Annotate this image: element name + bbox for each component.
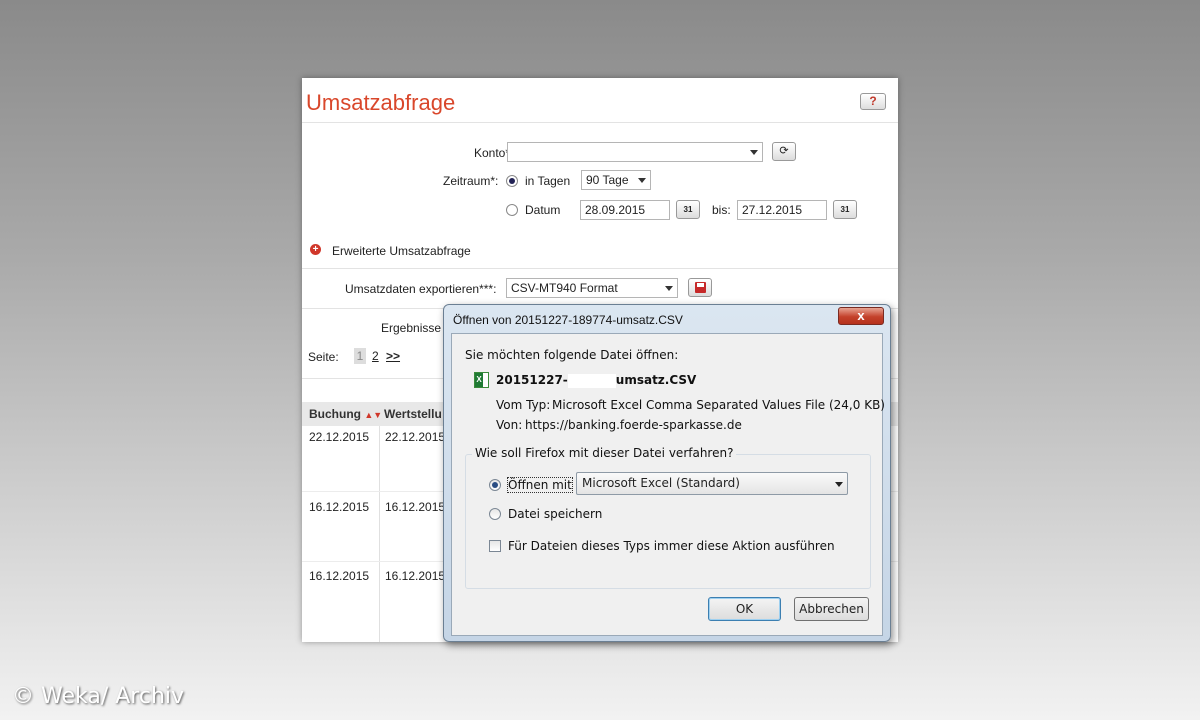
page-1: 1	[354, 348, 366, 364]
action-group-title: Wie soll Firefox mit dieser Datei verfah…	[472, 446, 737, 460]
chevron-down-icon	[750, 150, 758, 155]
file-name-prefix: 20151227-	[496, 373, 568, 387]
dialog-prompt: Sie möchten folgende Datei öffnen:	[465, 348, 679, 362]
table-cell: 16.12.2015	[309, 500, 370, 514]
column-buchung-label: Buchung	[309, 407, 361, 421]
in-tagen-radio[interactable]	[506, 175, 518, 187]
chevron-down-icon	[835, 482, 843, 487]
page-2-link[interactable]: 2	[372, 349, 379, 363]
datum-label: Datum	[525, 203, 561, 217]
export-label: Umsatzdaten exportieren***:	[345, 282, 497, 296]
seite-label: Seite:	[308, 350, 339, 364]
open-with-label[interactable]: Öffnen mit	[507, 477, 573, 493]
column-divider	[379, 426, 380, 642]
excel-file-icon	[474, 372, 489, 388]
open-with-select[interactable]: Microsoft Excel (Standard)	[576, 472, 848, 495]
refresh-icon: ⟳	[779, 145, 789, 157]
next-page-link[interactable]: >>	[386, 349, 400, 363]
konto-select[interactable]	[507, 142, 763, 162]
redaction	[567, 373, 616, 388]
always-label[interactable]: Für Dateien dieses Typs immer diese Akti…	[508, 539, 835, 553]
close-button[interactable]: x	[838, 307, 884, 325]
plus-icon[interactable]: +	[310, 244, 321, 255]
dialog-body: Sie möchten folgende Datei öffnen: 20151…	[451, 333, 885, 636]
chevron-down-icon	[665, 286, 673, 291]
ok-button[interactable]: OK	[708, 597, 781, 621]
date-to-input[interactable]: 27.12.2015	[737, 200, 827, 220]
zeitraum-label: Zeitraum*:	[443, 174, 499, 188]
column-wertstellung[interactable]: Wertstellu	[384, 407, 442, 421]
help-button[interactable]: ?	[860, 93, 886, 110]
bis-label: bis:	[712, 203, 731, 217]
ergebnisse-label: Ergebnisse	[381, 321, 442, 335]
table-cell: 16.12.2015	[385, 569, 446, 583]
cancel-button[interactable]: Abbrechen	[794, 597, 869, 621]
divider	[302, 268, 898, 269]
calendar-to-button[interactable]	[833, 200, 857, 219]
datum-radio[interactable]	[506, 204, 518, 216]
dialog-title: Öffnen von 20151227-189774-umsatz.CSV	[453, 313, 683, 327]
table-cell: 22.12.2015	[309, 430, 370, 444]
tage-value: 90 Tage	[586, 173, 629, 187]
save-file-radio[interactable]	[489, 508, 501, 520]
divider	[302, 122, 898, 123]
close-icon: x	[857, 308, 865, 323]
save-export-button[interactable]	[688, 278, 712, 297]
column-buchung[interactable]: Buchung ▲▼	[309, 407, 382, 421]
tage-select[interactable]: 90 Tage	[581, 170, 651, 190]
export-format-value: CSV-MT940 Format	[511, 281, 618, 295]
table-cell: 16.12.2015	[385, 500, 446, 514]
from-label: Von:	[496, 418, 523, 432]
chevron-down-icon	[638, 178, 646, 183]
calendar-from-button[interactable]	[676, 200, 700, 219]
in-tagen-label: in Tagen	[525, 174, 571, 188]
table-cell: 16.12.2015	[309, 569, 370, 583]
open-with-radio[interactable]	[489, 479, 501, 491]
type-value: Microsoft Excel Comma Separated Values F…	[552, 398, 885, 412]
from-value: https://banking.foerde-sparkasse.de	[525, 418, 742, 432]
file-name: 20151227- umsatz.CSV	[496, 373, 696, 388]
file-open-dialog: Öffnen von 20151227-189774-umsatz.CSV x …	[443, 304, 891, 642]
refresh-button[interactable]: ⟳	[772, 142, 796, 161]
page-title: Umsatzabfrage	[306, 90, 456, 115]
file-name-suffix: umsatz.CSV	[615, 373, 697, 387]
export-format-select[interactable]: CSV-MT940 Format	[506, 278, 678, 298]
watermark: © Weka/ Archiv	[12, 684, 185, 709]
date-from-input[interactable]: 28.09.2015	[580, 200, 670, 220]
table-cell: 22.12.2015	[385, 430, 446, 444]
always-checkbox[interactable]	[489, 540, 501, 552]
erweitert-link[interactable]: Erweiterte Umsatzabfrage	[332, 244, 471, 258]
save-file-label[interactable]: Datei speichern	[508, 507, 602, 521]
type-label: Vom Typ:	[496, 398, 551, 412]
sort-icon: ▲▼	[364, 410, 383, 420]
open-with-value: Microsoft Excel (Standard)	[582, 476, 740, 490]
